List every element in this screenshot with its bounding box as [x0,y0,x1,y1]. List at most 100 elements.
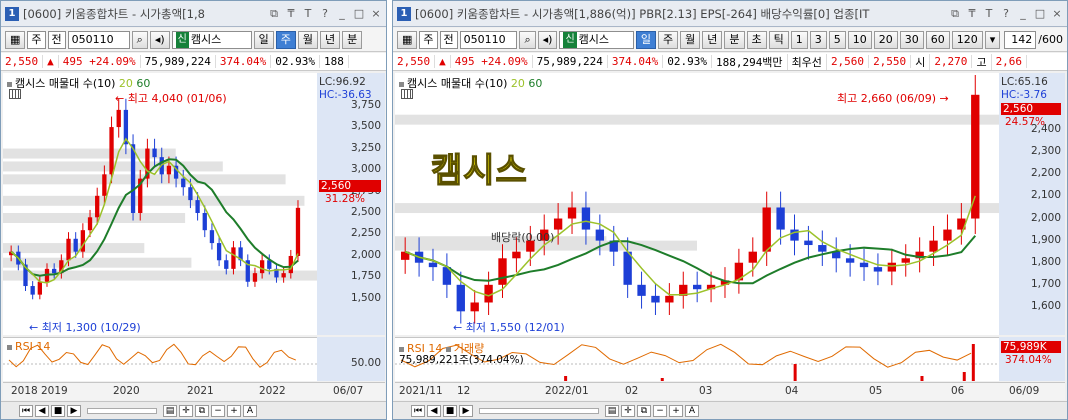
market-mode-select[interactable]: 주 [419,30,438,49]
maximize-icon[interactable]: □ [1033,7,1047,21]
period-month[interactable]: 월 [680,30,701,49]
interval-3[interactable]: 3 [809,30,827,49]
period-day[interactable]: 일 [253,30,274,49]
interval-60[interactable]: 60 [925,30,950,49]
left-title-bar[interactable]: 1 [0600] 키움종합차트 - 시가총액[1,8 ⧉ ₸ T ? _ □ × [1,1,386,27]
grid-menu-icon[interactable]: ▦ [397,30,418,49]
table-toggle-icon[interactable] [9,89,21,99]
text-icon[interactable]: T [301,7,315,21]
turnover-ratio: 02.93% [271,55,320,68]
window-restore-icon[interactable]: ⧉ [948,7,962,21]
period-day[interactable]: 일 [635,30,657,49]
help-icon[interactable]: ? [999,7,1013,21]
grid-menu-icon[interactable]: ▦ [5,30,26,49]
pin-icon[interactable]: ₸ [284,7,298,21]
window-restore-icon[interactable]: ⧉ [267,7,281,21]
stock-type-select[interactable]: 전 [439,30,458,49]
first-page-icon[interactable]: ⏮ [19,404,33,417]
low-annotation: ← 최저 1,300 (10/29) [29,321,141,334]
zoom-in-icon[interactable]: + [669,404,683,417]
font-icon[interactable]: A [685,404,699,417]
stock-code-input[interactable]: 050110 [459,30,518,49]
period-week[interactable]: 주 [658,30,679,49]
volume-bar [971,344,975,381]
help-icon[interactable]: ? [318,7,332,21]
layout-icon[interactable]: ▤ [163,404,177,417]
legend-ma60: 60 [136,77,151,90]
candle-body [623,251,632,285]
layout-icon[interactable]: ▤ [605,404,619,417]
search-icon[interactable]: ⌕ [131,30,148,49]
candle-body [651,295,660,303]
daily-rsi-volume-plot[interactable]: RSI 14 거래량 75,989,221주(374.04%) [395,337,999,381]
copy-icon[interactable]: ⧉ [637,404,651,417]
prev-icon[interactable]: ◀ [35,404,49,417]
period-second[interactable]: 초 [746,30,767,49]
period-tick[interactable]: 틱 [768,30,789,49]
period-minute[interactable]: 분 [724,30,745,49]
minimize-icon[interactable]: _ [1016,7,1030,21]
right-title-bar[interactable]: 1 [0600] 키움종합차트 - 시가총액[1,886(억)] PBR[2.1… [393,1,1067,27]
pin-icon[interactable]: ₸ [965,7,979,21]
stock-name-field[interactable]: 신 캠시스 [559,30,634,49]
stock-name-field[interactable]: 신 캠시스 [171,30,252,49]
settings-icon[interactable]: ▾ [984,30,1001,49]
bid-price: 2,550 [869,55,912,68]
font-icon[interactable]: A [243,404,257,417]
interval-10[interactable]: 10 [847,30,872,49]
interval-30[interactable]: 30 [899,30,924,49]
next-icon[interactable]: ▶ [459,404,473,417]
price-legend: 캠시스 매물대 수(10) 20 60 [7,75,150,91]
stop-icon[interactable]: ■ [51,404,65,417]
period-year[interactable]: 년 [702,30,723,49]
close-icon[interactable]: × [369,7,383,21]
stock-type-select[interactable]: 전 [47,30,66,49]
next-icon[interactable]: ▶ [67,404,81,417]
x-label-2021-11: 2021/11 [399,385,443,397]
daily-price-plot[interactable]: 캠시스 매물대 수(10) 20 60 캠시스 최고 2,660 (06/09)… [395,73,999,335]
market-mode-select[interactable]: 주 [27,30,46,49]
interval-5[interactable]: 5 [828,30,846,49]
sound-icon[interactable]: ◂) [149,30,170,49]
zoom-out-icon[interactable]: − [653,404,667,417]
crosshair-icon[interactable]: ✛ [621,404,635,417]
high-label: 고 [972,53,992,70]
maximize-icon[interactable]: □ [352,7,366,21]
text-icon[interactable]: T [982,7,996,21]
weekly-price-plot[interactable]: 캠시스 매물대 수(10) 20 60 ← 최고 4,040 (01/06) ←… [3,73,317,335]
candle-body [581,207,591,230]
period-week[interactable]: 주 [275,30,296,49]
candle-body [943,229,952,241]
table-toggle-icon[interactable] [401,89,413,99]
copy-icon[interactable]: ⧉ [195,404,209,417]
sound-icon[interactable]: ◂) [537,30,558,49]
search-icon[interactable]: ⌕ [519,30,536,49]
stock-code-input[interactable]: 050110 [67,30,130,49]
candle-body [87,217,93,231]
interval-120[interactable]: 120 [951,30,983,49]
interval-20[interactable]: 20 [873,30,898,49]
scroll-slider[interactable] [479,407,599,414]
scroll-slider[interactable] [87,407,157,414]
interval-1[interactable]: 1 [790,30,808,49]
period-minute[interactable]: 분 [342,30,363,49]
low-note: 최저 1,550 (12/01) [465,321,565,334]
candle-body [30,286,35,295]
bar-count-input[interactable]: 142 [1004,30,1037,49]
x-date-tag: 06/09 [1009,385,1040,397]
prev-icon[interactable]: ◀ [427,404,441,417]
daily-price-svg [395,74,999,324]
zoom-out-icon[interactable]: − [211,404,225,417]
minimize-icon[interactable]: _ [335,7,349,21]
period-year[interactable]: 년 [320,30,341,49]
zoom-in-icon[interactable]: + [227,404,241,417]
first-page-icon[interactable]: ⏮ [411,404,425,417]
weekly-rsi-plot[interactable]: RSI 14 [3,337,317,381]
crosshair-icon[interactable]: ✛ [179,404,193,417]
candle-body [209,230,215,244]
period-month[interactable]: 월 [297,30,319,49]
right-navigation-bar: ⏮ ◀ ■ ▶ ▤ ✛ ⧉ − + A [393,401,1067,419]
stop-icon[interactable]: ■ [443,404,457,417]
close-icon[interactable]: × [1050,7,1064,21]
high-price: 2,66 [992,55,1028,68]
